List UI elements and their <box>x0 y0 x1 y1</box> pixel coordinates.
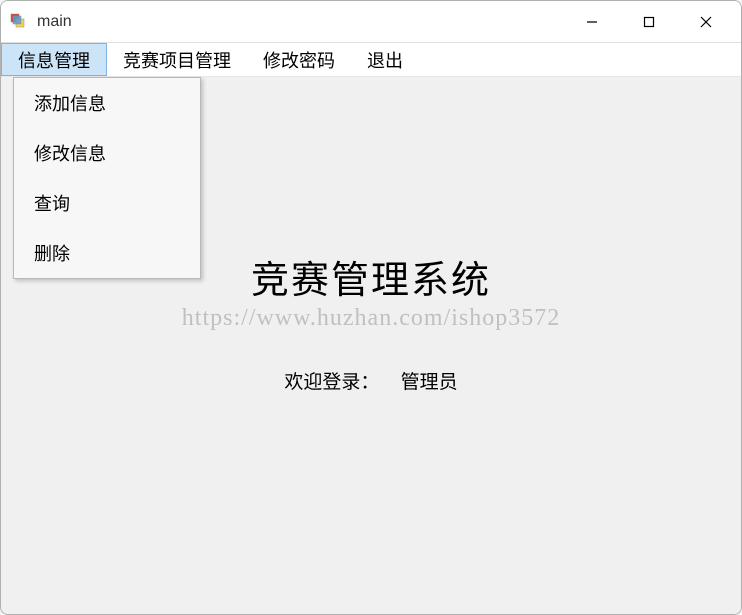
window-title: main <box>37 13 564 31</box>
titlebar: main <box>1 1 741 43</box>
app-icon <box>9 12 29 32</box>
watermark-text: https://www.huzhan.com/ishop3572 <box>1 305 741 332</box>
maximize-icon <box>642 15 656 29</box>
welcome-label: 欢迎登录： <box>284 372 379 393</box>
minimize-button[interactable] <box>564 2 619 42</box>
menubar: 信息管理 竞赛项目管理 修改密码 退出 <box>1 43 741 77</box>
welcome-row: 欢迎登录： 管理员 <box>1 367 741 394</box>
window-controls <box>564 2 733 42</box>
menu-info-manage[interactable]: 信息管理 <box>1 43 107 76</box>
menu-exit[interactable]: 退出 <box>351 43 419 76</box>
dropdown-menu: 添加信息 修改信息 查询 删除 <box>13 77 201 279</box>
maximize-button[interactable] <box>621 2 676 42</box>
close-button[interactable] <box>678 2 733 42</box>
dropdown-item-add[interactable]: 添加信息 <box>14 78 200 128</box>
minimize-icon <box>585 15 599 29</box>
dropdown-item-delete[interactable]: 删除 <box>14 228 200 278</box>
app-window: main 信息管理 竞赛项目管理 修改密码 退出 <box>0 0 742 615</box>
dropdown-item-edit[interactable]: 修改信息 <box>14 128 200 178</box>
welcome-user: 管理员 <box>401 372 458 393</box>
dropdown-item-query[interactable]: 查询 <box>14 178 200 228</box>
menu-change-password[interactable]: 修改密码 <box>247 43 351 76</box>
close-icon <box>699 15 713 29</box>
menu-contest-manage[interactable]: 竞赛项目管理 <box>107 43 247 76</box>
